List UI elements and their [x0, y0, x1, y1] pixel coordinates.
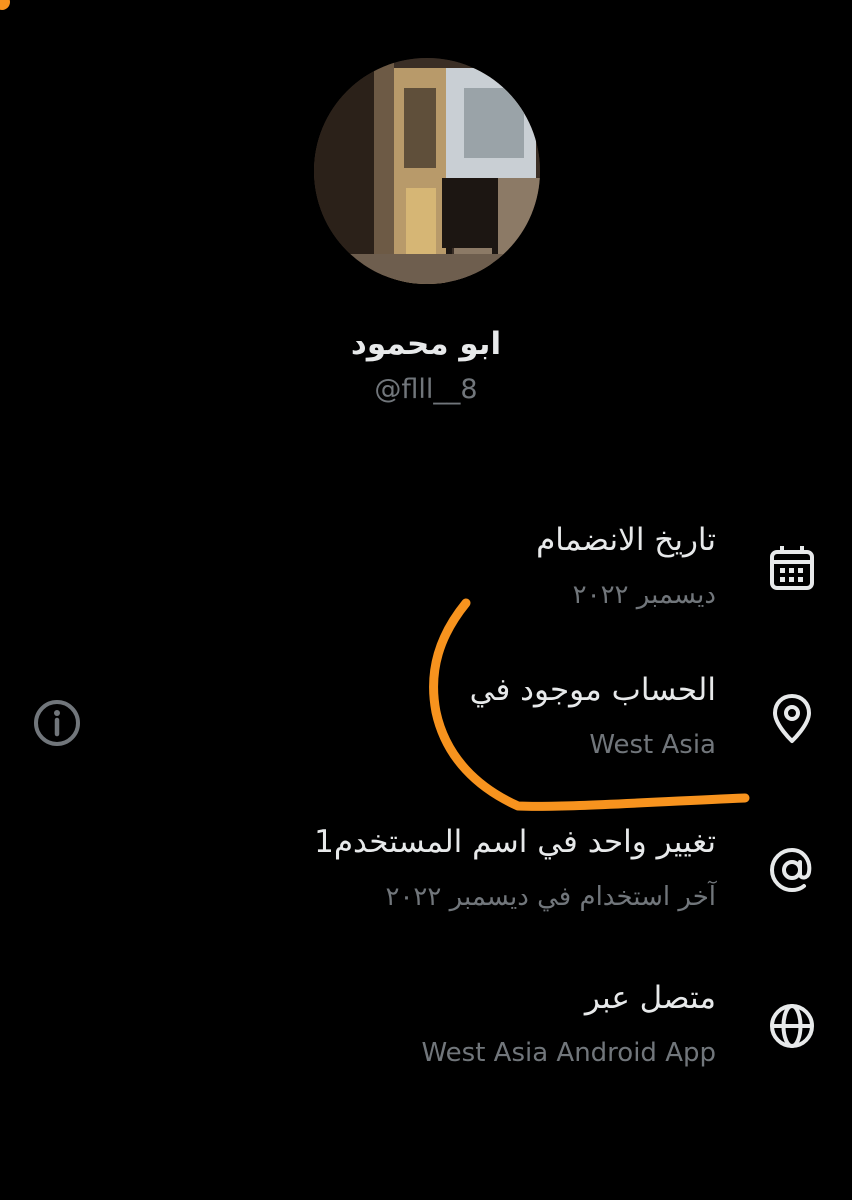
info-row-join-date: تاريخ الانضمام ديسمبر ٢٠٢٢ [280, 522, 840, 632]
username-handle: @flll__8 [374, 374, 478, 405]
location-pin-icon [773, 694, 811, 743]
account-location-label: الحساب موجود في [469, 672, 716, 708]
globe-icon [770, 1004, 814, 1048]
account-location-value: West Asia [589, 730, 716, 760]
profile-photo [314, 58, 540, 284]
at-sign-icon [769, 847, 812, 893]
username-change-value: آخر استخدام في ديسمبر ٢٠٢٢ [385, 882, 717, 912]
connected-via-label: متصل عبر [584, 980, 716, 1016]
info-row-connected-via: متصل عبر West Asia Android App [280, 980, 840, 1090]
avatar[interactable] [314, 58, 540, 284]
annotation-dot [0, 0, 10, 10]
display-name: ابو محمود [350, 326, 502, 362]
calendar-icon [770, 546, 814, 590]
username-change-label: تغيير واحد في اسم المستخدم1 [314, 824, 716, 860]
join-date-label: تاريخ الانضمام [536, 522, 716, 558]
connected-via-value: West Asia Android App [421, 1038, 716, 1068]
info-icon[interactable] [30, 696, 84, 750]
info-row-username-change: تغيير واحد في اسم المستخدم1 آخر استخدام … [280, 824, 840, 934]
join-date-value: ديسمبر ٢٠٢٢ [572, 580, 716, 610]
info-row-account-location: الحساب موجود في West Asia [280, 672, 840, 782]
